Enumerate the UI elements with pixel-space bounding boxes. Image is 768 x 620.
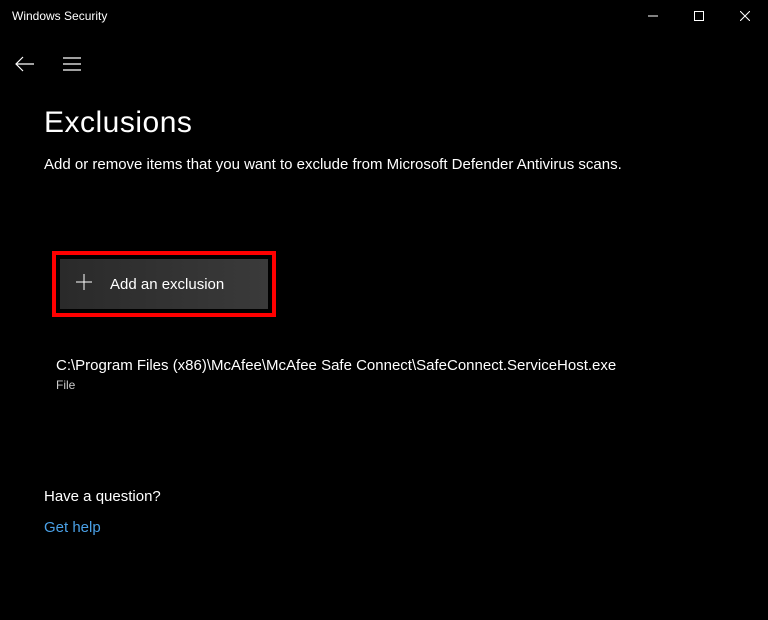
- exclusion-type: File: [56, 378, 768, 392]
- close-icon: [740, 11, 750, 21]
- window-title: Windows Security: [12, 9, 107, 23]
- plus-icon: [76, 274, 92, 295]
- add-exclusion-label: Add an exclusion: [110, 276, 224, 293]
- maximize-icon: [694, 11, 704, 21]
- hamburger-button[interactable]: [60, 52, 84, 76]
- page-description: Add or remove items that you want to exc…: [44, 154, 768, 175]
- back-button[interactable]: [12, 52, 36, 76]
- titlebar: Windows Security: [0, 0, 768, 32]
- back-arrow-icon: [14, 56, 34, 72]
- content-area: Exclusions Add or remove items that you …: [0, 88, 768, 537]
- minimize-icon: [648, 11, 658, 21]
- help-heading: Have a question?: [44, 488, 768, 505]
- maximize-button[interactable]: [676, 0, 722, 32]
- add-exclusion-button[interactable]: Add an exclusion: [60, 259, 268, 309]
- hamburger-icon: [63, 57, 81, 71]
- exclusion-item[interactable]: C:\Program Files (x86)\McAfee\McAfee Saf…: [56, 357, 768, 392]
- minimize-button[interactable]: [630, 0, 676, 32]
- exclusion-path: C:\Program Files (x86)\McAfee\McAfee Saf…: [56, 357, 768, 374]
- get-help-link[interactable]: Get help: [44, 519, 101, 536]
- close-button[interactable]: [722, 0, 768, 32]
- help-section: Have a question? Get help: [44, 488, 768, 537]
- window-controls: [630, 0, 768, 32]
- add-button-highlight: Add an exclusion: [52, 251, 276, 317]
- nav-row: [0, 40, 768, 88]
- page-title: Exclusions: [44, 106, 768, 140]
